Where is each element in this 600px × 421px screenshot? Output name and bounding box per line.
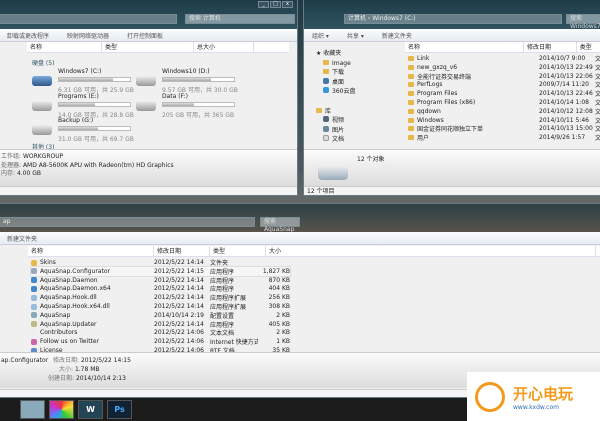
- file-row[interactable]: new_gxzq_v62014/10/13 22:49文件夹: [408, 63, 600, 72]
- nav-item[interactable]: 图片: [316, 125, 355, 136]
- control-panel-button[interactable]: 打开控制面板: [127, 31, 163, 40]
- file-icon: [31, 294, 37, 301]
- file-icon: [31, 338, 37, 345]
- col-type[interactable]: 类型: [210, 246, 266, 256]
- file-icon: [31, 303, 37, 310]
- file-row[interactable]: Windows2014/10/11 5:46文件夹: [408, 116, 600, 125]
- drive-c-window: 计算机 › Windows7 (C:) 搜索 Windows7 (C:) 组织 …: [303, 0, 600, 196]
- drive-icon: [318, 166, 348, 180]
- title-bar: ap 搜索 AquaSnap: [0, 204, 600, 233]
- file-row[interactable]: Skins 2012/5/22 14:14 文件夹: [31, 258, 290, 267]
- nav-pane: ★ 收藏夹 Image 下载 桌面 360云盘 库 视频 图片 文档: [316, 49, 355, 145]
- library[interactable]: 库: [316, 107, 355, 117]
- maximize-button[interactable]: □: [270, 1, 281, 8]
- search-input[interactable]: 搜索 AquaSnap: [260, 217, 300, 233]
- folder-icon: [408, 56, 414, 61]
- folder-icon: [408, 108, 414, 114]
- new-folder-button[interactable]: 新建文件夹: [7, 234, 37, 243]
- nav-item[interactable]: 桌面: [316, 77, 355, 88]
- search-input[interactable]: 搜索 计算机: [185, 14, 295, 24]
- file-row[interactable]: Program Files (x86)2014/10/14 1:08文件夹: [408, 98, 600, 107]
- col-total[interactable]: 总大小: [194, 42, 254, 52]
- file-icon: [31, 321, 37, 328]
- col-name[interactable]: 名称: [28, 246, 154, 256]
- status-bar: 12 个项目: [304, 186, 600, 195]
- nav-item[interactable]: 文档: [316, 135, 355, 145]
- favorites[interactable]: ★ 收藏夹: [316, 49, 355, 59]
- folder-icon: [408, 117, 414, 123]
- file-icon: [31, 285, 37, 292]
- map-drive-button[interactable]: 映射网络驱动器: [67, 31, 109, 40]
- drive-f[interactable]: Data (F:) 205 GB 可用，共 365 GB: [136, 93, 246, 123]
- col-name[interactable]: 名称: [27, 42, 102, 52]
- file-row[interactable]: PerfLogs2009/7/14 11:20文件夹: [408, 80, 600, 89]
- file-row[interactable]: AquaSnap.Hook.x64.dll 2012/5/22 14:14 应用程序…: [31, 302, 290, 311]
- folder-icon: [408, 100, 414, 105]
- new-folder-button[interactable]: 新建文件夹: [382, 31, 412, 40]
- computer-window: _ □ x 搜索 计算机 卸载或更改程序 映射网络驱动器 打开控制面板 名称 类型 …: [0, 0, 298, 196]
- photoshop-taskbar-icon[interactable]: Ps: [107, 400, 132, 419]
- file-icon: [31, 329, 37, 336]
- folder-icon: [408, 73, 414, 79]
- file-row[interactable]: Link2014/10/7 9:00文件夹: [408, 54, 600, 63]
- file-row[interactable]: 用户2014/9/26 1:57文件夹: [408, 133, 600, 142]
- address-bar[interactable]: 计算机 › Windows7 (C:): [344, 14, 562, 24]
- file-icon: [31, 259, 37, 266]
- file-row[interactable]: Follow us on Twitter 2012/5/22 14:06 Inter…: [31, 337, 290, 346]
- col-date[interactable]: 修改日期: [154, 246, 210, 256]
- file-row[interactable]: AquaSnap.Updater 2012/5/22 14:14 应用程序 405 K…: [31, 320, 290, 329]
- group-drives[interactable]: 硬盘 (5): [32, 58, 54, 67]
- explorer-taskbar-icon[interactable]: [20, 400, 45, 419]
- toolbar: 新建文件夹: [0, 232, 600, 245]
- picasa-taskbar-icon[interactable]: [49, 400, 74, 419]
- file-row[interactable]: qqdown2014/10/12 12:08文件夹: [408, 107, 600, 116]
- aquasnap-window: ap 搜索 AquaSnap 新建文件夹 名称 修改日期 类型 大小 Skins…: [0, 203, 600, 398]
- nav-item[interactable]: Image: [316, 59, 355, 69]
- organize-button[interactable]: 组织 ▾: [312, 31, 329, 40]
- file-icon: [31, 277, 37, 284]
- folder-icon: [408, 135, 414, 141]
- status-bar: [0, 186, 297, 195]
- col-type[interactable]: 类型: [577, 42, 600, 52]
- folder-icon: [408, 91, 414, 97]
- file-row[interactable]: AquaSnap.Daemon 2012/5/22 14:14 应用程序 870 KB: [31, 276, 290, 285]
- folder-icon: [408, 82, 414, 88]
- toolbar: 组织 ▾ 共享 ▾ 新建文件夹: [304, 29, 600, 42]
- watermark-logo: 开心电玩 www.kxdw.com: [467, 372, 600, 421]
- details-pane: 工作组: WORKGROUP 处理器: AMD A8-5600K APU wit…: [0, 149, 297, 186]
- title-bar: _ □ x 搜索 计算机: [0, 0, 297, 29]
- file-row[interactable]: Program Files2014/10/13 22:46文件夹: [408, 89, 600, 98]
- file-row[interactable]: AquaSnap.Configurator 2012/5/22 14:15 应用程序…: [30, 265, 291, 277]
- address-bar[interactable]: ap: [0, 217, 255, 227]
- title-bar: 计算机 › Windows7 (C:) 搜索 Windows7 (C:): [304, 0, 600, 38]
- col-type[interactable]: 类型: [102, 42, 194, 52]
- nav-item[interactable]: 下载: [316, 68, 355, 78]
- nav-item[interactable]: 视频: [316, 116, 355, 126]
- wps-taskbar-icon[interactable]: W: [78, 400, 103, 419]
- col-name[interactable]: 名称: [405, 42, 525, 52]
- file-icon: [31, 268, 37, 275]
- file-row[interactable]: AquaSnap.Daemon.x64 2012/5/22 14:14 应用程序 40…: [31, 284, 290, 293]
- share-button[interactable]: 共享 ▾: [347, 31, 364, 40]
- file-icon: [31, 312, 37, 319]
- folder-icon: [408, 126, 414, 132]
- file-row[interactable]: 全能行证券交易终端2014/10/13 22:06文件夹: [408, 72, 600, 81]
- search-input[interactable]: 搜索 Windows7 (C:): [566, 14, 600, 38]
- col-size[interactable]: 大小: [266, 246, 596, 256]
- details-pane: 12 个对象: [304, 149, 600, 186]
- minimize-button[interactable]: _: [258, 1, 269, 8]
- toolbar: 卸载或更改程序 映射网络驱动器 打开控制面板: [0, 29, 297, 42]
- file-row[interactable]: AquaSnap 2014/10/14 2:19 配置设置 2 KB: [31, 311, 290, 320]
- file-row[interactable]: 国金证券同花顺独立下单2014/10/13 15:00文件夹: [408, 124, 600, 133]
- address-bar[interactable]: [0, 14, 177, 24]
- file-row[interactable]: AquaSnap.Hook.dll 2012/5/22 14:14 应用程序扩展 25…: [31, 293, 290, 302]
- close-button[interactable]: x: [282, 1, 293, 8]
- folder-icon: [408, 64, 414, 70]
- nav-item[interactable]: 360云盘: [316, 87, 355, 97]
- uninstall-button[interactable]: 卸载或更改程序: [7, 31, 49, 40]
- file-row[interactable]: Contributors 2012/5/22 14:06 文本文档 2 KB: [31, 328, 290, 337]
- col-date[interactable]: 修改日期: [524, 42, 577, 52]
